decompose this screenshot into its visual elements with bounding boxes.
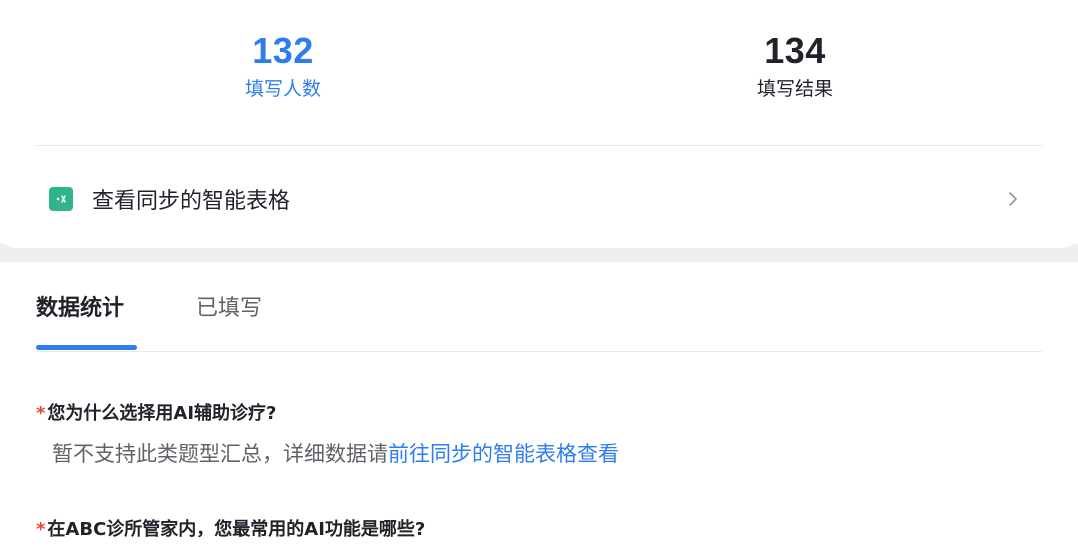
tab-submitted[interactable]: 已填写 — [196, 294, 262, 324]
results-label: 填写结果 — [756, 78, 833, 100]
view-synced-sheet-row[interactable]: 查看同步的智能表格 — [36, 172, 1042, 226]
results-panel: 数据统计 已填写 * 您为什么选择用AI辅助诊疗? 暂不支持此类题型汇总，详细数据… — [0, 262, 1078, 559]
note-text: 暂不支持此类题型汇总，详细数据请 — [52, 442, 388, 466]
active-tab-indicator — [36, 345, 137, 350]
view-synced-sheet-label: 查看同步的智能表格 — [92, 189, 291, 214]
question-note: 暂不支持此类题型汇总，详细数据请前往同步的智能表格查看 — [52, 440, 619, 468]
question-title: * 您为什么选择用AI辅助诊疗? — [36, 402, 277, 426]
tab-bar: 数据统计 已填写 — [36, 288, 1042, 352]
question-title: * 在ABC诊所管家内，您最常用的AI功能是哪些? — [36, 518, 425, 542]
summary-card: 132 填写人数 134 填写结果 查看同步的智能表格 — [0, 0, 1078, 248]
required-mark: * — [36, 519, 46, 540]
question-text: 在ABC诊所管家内，您最常用的AI功能是哪些? — [47, 519, 426, 540]
results-count: 134 — [764, 30, 826, 71]
tab-statistics[interactable]: 数据统计 — [36, 294, 124, 324]
chevron-right-icon — [1009, 192, 1017, 206]
results-stat: 134 填写结果 — [695, 30, 895, 102]
open-synced-sheet-link[interactable]: 前往同步的智能表格查看 — [388, 442, 619, 466]
smart-sheet-icon — [49, 187, 73, 211]
respondents-stat: 132 填写人数 — [183, 30, 383, 102]
required-mark: * — [36, 403, 46, 424]
summary-divider — [36, 145, 1042, 146]
respondents-label: 填写人数 — [244, 78, 321, 100]
question-text: 您为什么选择用AI辅助诊疗? — [47, 403, 277, 424]
respondents-count: 132 — [252, 30, 314, 71]
